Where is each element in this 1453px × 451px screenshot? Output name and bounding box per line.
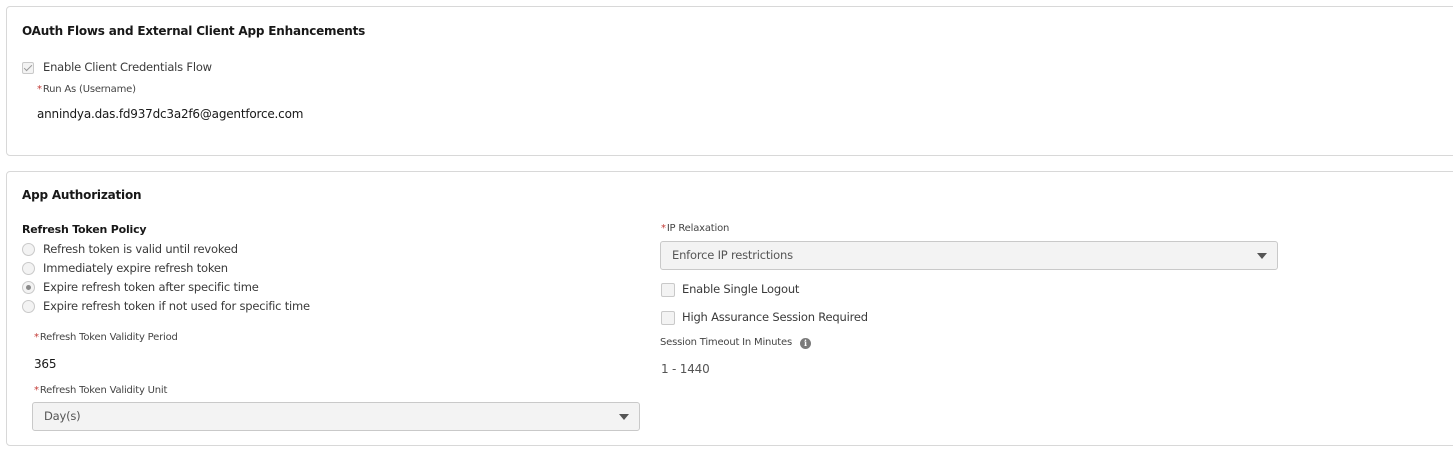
refresh-option-label-3: Expire refresh token if not used for spe…	[43, 299, 310, 313]
refresh-option-radio-1[interactable]	[22, 262, 35, 275]
oauth-flows-card: OAuth Flows and External Client App Enha…	[6, 6, 1453, 156]
refresh-option-label-2: Expire refresh token after specific time	[43, 280, 259, 294]
app-authorization-card: App Authorization Refresh Token Policy R…	[6, 171, 1453, 446]
oauth-section-title: OAuth Flows and External Client App Enha…	[22, 24, 366, 38]
required-marker: *	[37, 84, 42, 95]
info-icon[interactable]: i	[800, 338, 811, 349]
refresh-option-label-0: Refresh token is valid until revoked	[43, 242, 238, 256]
ip-relaxation-label-text: IP Relaxation	[666, 223, 730, 234]
client-credentials-checkbox[interactable]	[22, 62, 34, 74]
validity-period-label: *Refresh Token Validity Period	[34, 332, 178, 343]
ip-relaxation-select[interactable]: Enforce IP restrictions	[660, 241, 1278, 270]
validity-period-label-text: Refresh Token Validity Period	[39, 332, 178, 343]
refresh-option-radio-0[interactable]	[22, 243, 35, 256]
high-assurance-label: High Assurance Session Required	[682, 310, 868, 324]
run-as-label-text: Run As (Username)	[42, 84, 136, 95]
refresh-option-radio-2[interactable]	[22, 281, 35, 294]
required-marker: *	[34, 332, 39, 343]
session-timeout-input[interactable]: 1 - 1440	[661, 362, 710, 376]
ip-relaxation-label: *IP Relaxation	[661, 223, 729, 234]
chevron-down-icon	[619, 414, 629, 420]
single-logout-label: Enable Single Logout	[682, 282, 800, 296]
run-as-value: annindya.das.fd937dc3a2f6@agentforce.com	[37, 107, 304, 121]
validity-unit-label-text: Refresh Token Validity Unit	[39, 385, 168, 396]
chevron-down-icon	[1257, 253, 1267, 259]
refresh-token-policy-label: Refresh Token Policy	[22, 223, 147, 236]
ip-relaxation-selected: Enforce IP restrictions	[672, 248, 793, 262]
auth-section-title: App Authorization	[22, 188, 142, 202]
validity-period-value[interactable]: 365	[34, 357, 57, 371]
refresh-option-radio-3[interactable]	[22, 300, 35, 313]
single-logout-checkbox[interactable]	[661, 283, 675, 297]
validity-unit-select[interactable]: Day(s)	[32, 402, 640, 431]
client-credentials-label: Enable Client Credentials Flow	[43, 60, 212, 74]
required-marker: *	[34, 385, 39, 396]
validity-unit-label: *Refresh Token Validity Unit	[34, 385, 167, 396]
refresh-option-label-1: Immediately expire refresh token	[43, 261, 228, 275]
run-as-label: *Run As (Username)	[37, 84, 136, 95]
required-marker: *	[661, 223, 666, 234]
high-assurance-checkbox[interactable]	[661, 311, 675, 325]
validity-unit-selected: Day(s)	[44, 409, 81, 423]
session-timeout-label: Session Timeout In Minutes	[660, 337, 792, 348]
